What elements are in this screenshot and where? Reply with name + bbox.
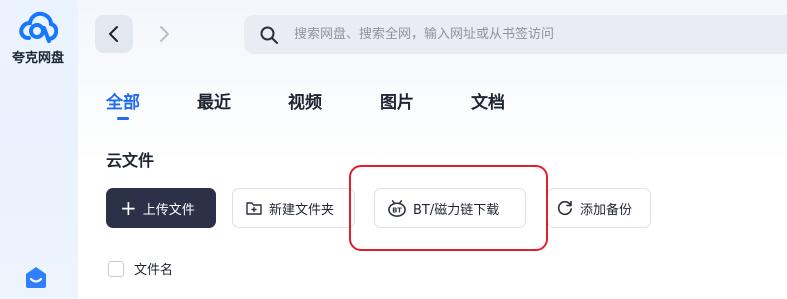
section-title: 云文件 bbox=[106, 151, 155, 170]
tab-all-label: 全部 bbox=[106, 93, 140, 113]
tab-images[interactable]: 图片 bbox=[380, 88, 414, 113]
file-name-column-header[interactable]: 文件名 bbox=[134, 259, 173, 278]
new-folder-icon bbox=[246, 202, 262, 215]
back-arrow-icon bbox=[109, 26, 118, 42]
tab-video[interactable]: 视频 bbox=[288, 88, 322, 113]
home-icon[interactable] bbox=[24, 265, 48, 289]
tab-recent-label: 最近 bbox=[197, 93, 231, 113]
highlight-annotation bbox=[349, 165, 548, 251]
add-backup-label: 添加备份 bbox=[580, 202, 633, 218]
tab-active-indicator bbox=[117, 117, 129, 120]
add-backup-button[interactable]: 添加备份 bbox=[547, 188, 651, 228]
backup-sync-icon bbox=[557, 200, 572, 216]
app-name: 夸克网盘 bbox=[11, 51, 64, 66]
tab-docs[interactable]: 文档 bbox=[471, 88, 505, 113]
forward-arrow-icon bbox=[160, 26, 169, 42]
upload-file-label: 上传文件 bbox=[142, 202, 195, 218]
cloud-logo-icon bbox=[19, 11, 58, 43]
new-folder-label: 新建文件夹 bbox=[269, 202, 335, 218]
sidebar: 夸克网盘 bbox=[0, 0, 78, 299]
main-area: 全部 最近 视频 图片 文档 云文件 + 上传文件 新建文件夹 BT bbox=[78, 0, 787, 299]
tab-recent[interactable]: 最近 bbox=[197, 88, 231, 113]
tab-docs-label: 文档 bbox=[471, 93, 505, 113]
search-bar[interactable] bbox=[244, 15, 787, 54]
file-list-header: 文件名 bbox=[108, 259, 173, 278]
search-input[interactable] bbox=[294, 27, 754, 42]
new-folder-button[interactable]: 新建文件夹 bbox=[232, 188, 355, 228]
tab-images-label: 图片 bbox=[380, 93, 414, 113]
tab-all[interactable]: 全部 bbox=[106, 88, 140, 120]
search-icon bbox=[260, 26, 278, 44]
upload-file-button[interactable]: + 上传文件 bbox=[106, 188, 216, 228]
plus-icon: + bbox=[120, 196, 137, 220]
tab-video-label: 视频 bbox=[288, 93, 322, 113]
back-button[interactable] bbox=[95, 15, 133, 53]
select-all-checkbox[interactable] bbox=[108, 260, 124, 277]
app-logo[interactable]: 夸克网盘 bbox=[0, 10, 76, 66]
forward-button[interactable] bbox=[145, 15, 183, 53]
